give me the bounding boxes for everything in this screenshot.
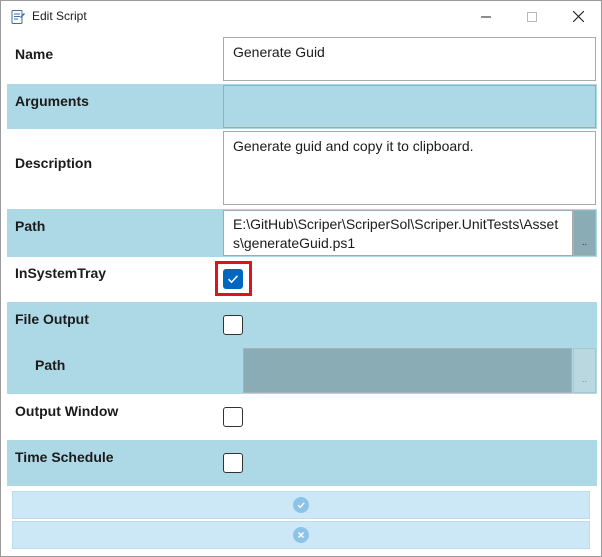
- minimize-button[interactable]: [463, 1, 509, 32]
- file-output-path-label: Path: [35, 357, 66, 373]
- name-row: Name Generate Guid: [7, 32, 597, 82]
- name-label: Name: [15, 46, 54, 62]
- arguments-row: Arguments: [7, 84, 597, 129]
- output-window-row: Output Window: [7, 394, 597, 439]
- file-output-path-field[interactable]: [243, 348, 572, 393]
- close-icon: [572, 11, 584, 22]
- close-button[interactable]: [555, 1, 601, 32]
- output-window-checkbox[interactable]: [223, 407, 243, 427]
- file-output-checkbox[interactable]: [223, 315, 243, 335]
- path-row: Path E:\GitHub\Scriper\ScriperSol\Scripe…: [7, 209, 597, 257]
- maximize-button[interactable]: [509, 1, 555, 32]
- script-document-icon: [10, 9, 26, 25]
- description-field[interactable]: Generate guid and copy it to clipboard.: [223, 131, 596, 205]
- maximize-icon: [527, 11, 537, 22]
- file-output-row: File Output Path ..: [7, 302, 597, 394]
- insystemtray-label: InSystemTray: [15, 265, 107, 281]
- time-schedule-label: Time Schedule: [15, 449, 114, 465]
- output-window-label: Output Window: [15, 403, 119, 419]
- path-field[interactable]: E:\GitHub\Scriper\ScriperSol\Scriper.Uni…: [223, 210, 573, 256]
- file-output-browse-button[interactable]: ..: [573, 348, 596, 393]
- file-output-label: File Output: [15, 311, 89, 327]
- title-bar: Edit Script: [1, 1, 601, 32]
- description-label: Description: [15, 155, 93, 171]
- time-schedule-checkbox[interactable]: [223, 453, 243, 473]
- arguments-field[interactable]: [223, 85, 596, 128]
- arguments-label: Arguments: [15, 93, 89, 109]
- ok-button[interactable]: [12, 491, 590, 519]
- description-row: Description Generate guid and copy it to…: [7, 129, 597, 207]
- minimize-icon: [481, 16, 491, 17]
- time-schedule-row: Time Schedule: [7, 440, 597, 486]
- cancel-button[interactable]: [12, 521, 590, 549]
- insystemtray-row: InSystemTray: [7, 257, 597, 302]
- check-circle-icon: [293, 497, 309, 513]
- edit-script-window: Edit Script Name Generate Guid Arguments…: [0, 0, 602, 557]
- x-circle-icon: [293, 527, 309, 543]
- checkmark-icon: [227, 275, 239, 284]
- insystemtray-checkbox[interactable]: [223, 269, 243, 289]
- path-label: Path: [15, 218, 46, 234]
- name-field[interactable]: Generate Guid: [223, 37, 596, 81]
- window-title: Edit Script: [32, 9, 87, 23]
- path-browse-button[interactable]: ..: [573, 210, 596, 256]
